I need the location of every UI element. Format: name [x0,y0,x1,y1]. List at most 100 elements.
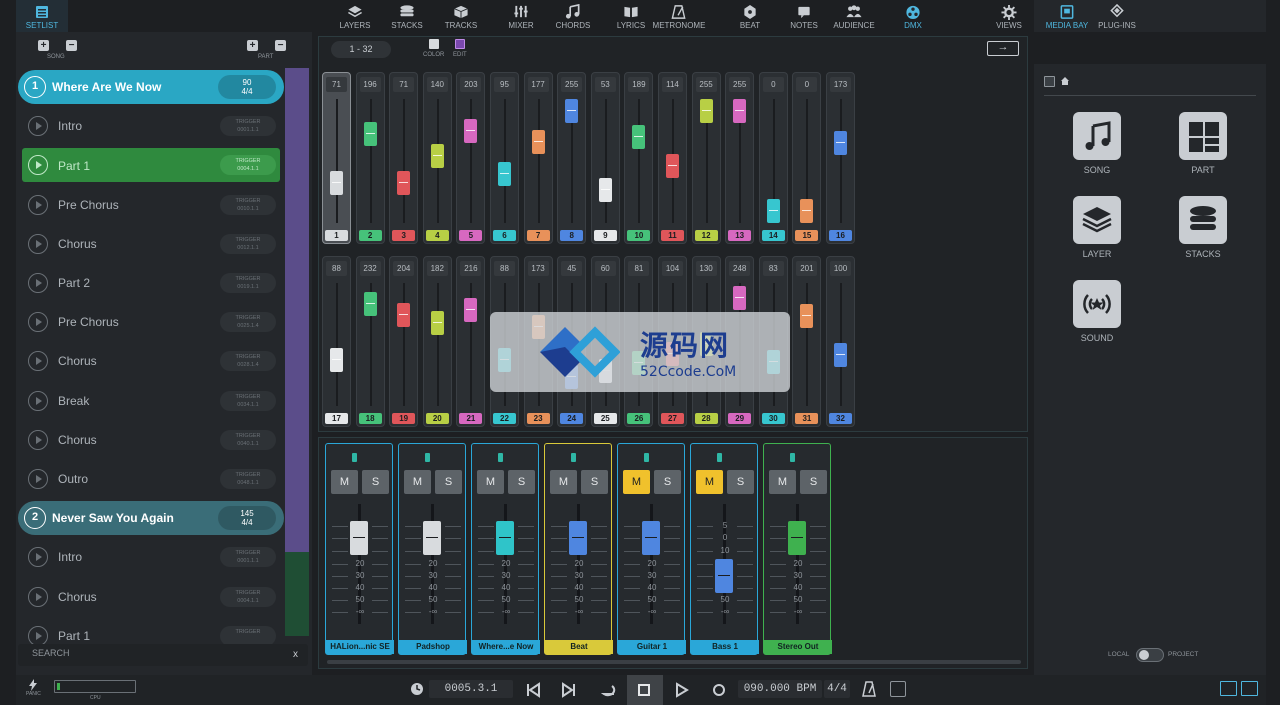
play-part-icon[interactable] [28,233,48,254]
remove-part-button[interactable]: − [275,40,286,51]
add-part-button[interactable]: + [247,40,258,51]
solo-button[interactable]: S [581,470,608,494]
setlist-song[interactable]: 1 Where Are We Now 90 4/4 [18,70,284,104]
dmx-fader-19[interactable]: 204 19 [389,256,419,427]
dmx-fader-knob[interactable] [397,171,411,196]
dmx-fader-knob[interactable] [363,291,377,316]
play-part-icon[interactable] [28,586,48,607]
play-part-icon[interactable] [28,194,48,215]
dmx-fader-value[interactable]: 196 [359,77,381,92]
dmx-fader-value[interactable]: 182 [426,261,448,276]
volume-fader-knob[interactable] [423,521,441,555]
solo-button[interactable]: S [800,470,827,494]
dmx-fader-17[interactable]: 88 17 [322,256,351,427]
dmx-fader-10[interactable]: 189 10 [624,72,654,244]
dmx-fader-31[interactable]: 201 31 [792,256,822,427]
toolbar-notes-button[interactable]: NOTES [777,0,831,32]
dmx-fader-value[interactable]: 81 [628,261,650,276]
dmx-fader-21[interactable]: 216 21 [456,256,486,427]
dmx-fader-knob[interactable] [531,129,545,154]
play-part-icon[interactable] [28,429,48,450]
song-position-display[interactable]: 0005.3.1 [429,680,513,698]
toolbar-stacks-button[interactable]: STACKS [380,0,434,32]
tab-media-bay[interactable]: MEDIA BAY [1040,0,1094,32]
dmx-fader-value[interactable]: 114 [662,77,683,92]
mute-button[interactable]: M [477,470,504,494]
dmx-fader-14[interactable]: 0 14 [758,72,788,244]
toolbar-chords-button[interactable]: CHORDS [546,0,600,32]
solo-button[interactable]: S [727,470,754,494]
solo-button[interactable]: S [508,470,535,494]
dmx-fader-20[interactable]: 182 20 [422,256,452,427]
toolbar-views-button[interactable]: VIEWS [982,0,1036,32]
dmx-fader-value[interactable]: 130 [695,261,717,276]
search-input[interactable] [32,648,272,658]
dmx-fader-value[interactable]: 0 [762,77,784,92]
toolbar-beat-button[interactable]: BEAT [723,0,777,32]
tab-setlist[interactable]: SETLIST [16,0,68,32]
dmx-fader-15[interactable]: 0 15 [792,72,822,244]
toolbar-lyrics-button[interactable]: LYRICS [604,0,658,32]
tempo-display[interactable]: 090.000 BPM [738,680,822,698]
dmx-fader-value[interactable]: 248 [729,261,751,276]
dmx-fader-5[interactable]: 203 5 [456,72,486,244]
play-part-icon[interactable] [28,312,48,333]
go-to-next-button[interactable] [552,675,588,705]
dmx-fader-value[interactable]: 173 [527,261,549,276]
panic-button[interactable]: PANIC [26,679,41,697]
dmx-fader-value[interactable]: 83 [762,261,784,276]
solo-button[interactable]: S [654,470,681,494]
play-button[interactable] [664,675,700,705]
play-part-icon[interactable] [28,547,48,568]
dmx-fader-value[interactable]: 203 [460,77,482,92]
volume-fader-knob[interactable] [642,521,660,555]
setlist-part[interactable]: Intro TRIGGER 0001.1.1 [16,107,286,145]
dmx-fader-knob[interactable] [565,99,579,123]
volume-fader-knob[interactable] [788,521,806,555]
dmx-fader-value[interactable]: 173 [830,77,851,92]
mute-button[interactable]: M [331,470,358,494]
setlist-part[interactable]: Pre Chorus TRIGGER 0010.1.1 [16,186,286,224]
dmx-fader-4[interactable]: 140 4 [422,72,452,244]
dmx-fader-value[interactable]: 255 [695,77,717,92]
dmx-fader-knob[interactable] [363,122,377,147]
mute-button[interactable]: M [769,470,796,494]
dmx-fader-value[interactable]: 104 [662,261,683,276]
media-bay-tile-stacks[interactable]: STACKS [1172,196,1234,259]
mute-button[interactable]: M [623,470,650,494]
edit-button[interactable]: EDIT [453,39,467,58]
dmx-fader-value[interactable]: 71 [326,77,347,92]
loop-button[interactable] [590,675,626,705]
dmx-fader-value[interactable]: 88 [494,261,515,276]
dmx-fader-knob[interactable] [733,99,747,123]
setlist-part[interactable]: Pre Chorus TRIGGER 0025.1.4 [16,303,286,341]
mute-button[interactable]: M [550,470,577,494]
dmx-fader-value[interactable]: 140 [426,77,448,92]
dmx-fader-2[interactable]: 196 2 [355,72,385,244]
dmx-fader-knob[interactable] [834,343,847,368]
solo-button[interactable]: S [362,470,389,494]
dmx-fader-knob[interactable] [800,303,814,328]
play-part-icon[interactable] [28,469,48,489]
single-panel-layout-icon[interactable] [1220,681,1237,696]
stop-button[interactable] [627,675,663,705]
media-bay-tile-song[interactable]: SONG [1066,112,1128,175]
media-bay-tile-layer[interactable]: LAYER [1066,196,1128,259]
play-part-icon[interactable] [28,155,48,176]
dmx-fader-knob[interactable] [632,124,646,149]
volume-fader-knob[interactable] [496,521,514,555]
dmx-fader-1[interactable]: 71 1 [322,72,351,244]
play-part-icon[interactable] [28,390,48,411]
dmx-fader-value[interactable]: 255 [729,77,751,92]
dmx-fader-knob[interactable] [800,199,814,223]
dmx-fader-value[interactable]: 45 [561,261,583,276]
mixer-scrollbar[interactable] [327,660,1021,664]
setlist-part[interactable]: Chorus TRIGGER 0040.1.1 [16,421,286,459]
dmx-fader-value[interactable]: 216 [460,261,482,276]
dmx-fader-value[interactable]: 0 [796,77,818,92]
dmx-fader-knob[interactable] [598,178,612,203]
media-bay-tile-sound[interactable]: SOUND [1066,280,1128,343]
home-icon[interactable] [1060,76,1070,86]
setlist-part[interactable]: Chorus TRIGGER 0012.1.1 [16,225,286,263]
dmx-fader-value[interactable]: 71 [393,77,415,92]
